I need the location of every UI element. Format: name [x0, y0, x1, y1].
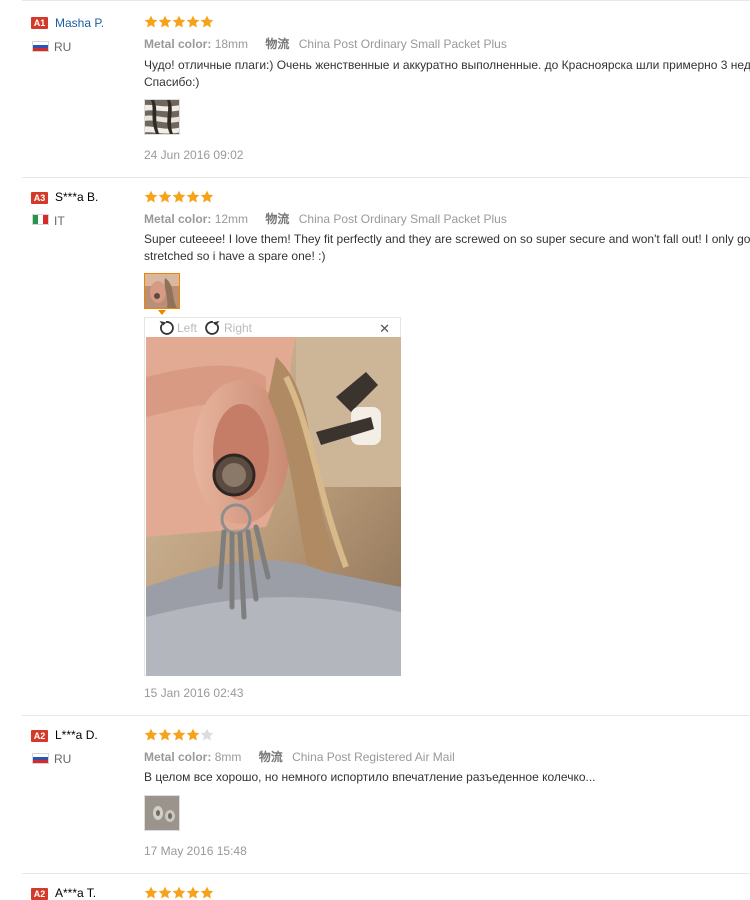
photo-viewer: Left Right ✕	[144, 317, 401, 676]
review-text: В целом все хорошо, но немного испортило…	[144, 769, 750, 786]
reviewer-name: A***a T.	[55, 886, 97, 900]
reviewer-name[interactable]: Masha P.	[55, 16, 104, 30]
rotate-left-label: Left	[177, 321, 198, 335]
star-filled-icon	[186, 15, 200, 28]
reviewer-name: L***a D.	[55, 728, 98, 742]
star-rating	[144, 886, 214, 900]
star-filled-icon	[200, 15, 214, 28]
reviewer-country: RU	[54, 40, 72, 54]
star-filled-icon	[158, 190, 172, 203]
russia-flag-icon	[32, 41, 49, 52]
review-photo-thumbnail[interactable]	[144, 273, 180, 309]
star-filled-icon	[158, 886, 172, 899]
shipping-method: China Post Registered Air Mail	[292, 750, 455, 764]
review-meta: Metal color: 18mm 物流 China Post Ordinary…	[144, 35, 507, 52]
reviewer-name: S***a B.	[55, 190, 99, 204]
metal-color-label: Metal color:	[144, 37, 212, 51]
zebra-plug-photo	[145, 100, 179, 134]
buyer-level-badge: A3	[31, 192, 48, 204]
metal-color-label: Metal color:	[144, 750, 212, 764]
reviewer-country: IT	[54, 214, 65, 228]
buyer-level-badge: A2	[31, 888, 48, 900]
star-filled-icon	[186, 190, 200, 203]
star-filled-icon	[144, 728, 158, 741]
review-divider	[22, 873, 750, 874]
ear-with-dreamcatcher-plug-photo	[146, 337, 401, 676]
metal-color-value: 18mm	[214, 37, 249, 51]
shipping-method: China Post Ordinary Small Packet Plus	[298, 37, 507, 51]
review-text-line: Спасибо:)	[144, 75, 200, 89]
rotate-right-button[interactable]: Right	[204, 319, 252, 337]
star-rating	[144, 15, 214, 29]
italy-flag-icon	[32, 214, 49, 225]
review-text-line: В целом все хорошо, но немного испортило…	[144, 770, 596, 784]
shipping-icon: 物流	[265, 37, 290, 51]
review-date: 17 May 2016 15:48	[144, 844, 247, 858]
buyer-level-badge: A1	[31, 17, 48, 29]
star-filled-icon	[186, 886, 200, 899]
rotate-left-button[interactable]: Left	[157, 319, 197, 337]
review-photo-thumbnail[interactable]	[144, 795, 180, 831]
star-filled-icon	[172, 15, 186, 28]
russia-flag-icon	[32, 753, 49, 764]
star-filled-icon	[186, 728, 200, 741]
rotate-left-icon	[159, 321, 174, 335]
rotate-right-icon	[205, 321, 220, 335]
star-rating	[144, 190, 214, 204]
plug-product-photo	[145, 796, 179, 830]
review-meta: Metal color: 8mm 物流 China Post Registere…	[144, 748, 455, 765]
review-date: 15 Jan 2016 02:43	[144, 686, 244, 700]
star-filled-icon	[172, 190, 186, 203]
star-filled-icon	[172, 886, 186, 899]
metal-color-value: 12mm	[214, 212, 249, 226]
star-rating	[144, 728, 214, 742]
photo-viewer-toolbar: Left Right ✕	[145, 318, 400, 337]
review-divider	[22, 177, 750, 178]
star-filled-icon	[200, 190, 214, 203]
rotate-right-label: Right	[224, 321, 253, 335]
shipping-icon: 物流	[258, 750, 283, 764]
reviewer-country: RU	[54, 752, 72, 766]
active-thumbnail-caret	[158, 310, 166, 315]
review-text-line: Чудо! отличные плаги:) Очень женственные…	[144, 58, 750, 72]
review-text: Чудо! отличные плаги:) Очень женственные…	[144, 57, 750, 91]
review-divider	[22, 715, 750, 716]
review-meta: Metal color: 12mm 物流 China Post Ordinary…	[144, 210, 507, 227]
buyer-level-badge: A2	[31, 730, 48, 742]
review-text-line: stretched so i have a spare one! :)	[144, 249, 326, 263]
top-divider	[22, 0, 750, 1]
review-date: 24 Jun 2016 09:02	[144, 148, 244, 162]
shipping-icon: 物流	[265, 212, 290, 226]
star-filled-icon	[144, 15, 158, 28]
review-text-line: Super cuteeee! I love them! They fit per…	[144, 232, 750, 246]
metal-color-value: 8mm	[214, 750, 242, 764]
star-filled-icon	[200, 886, 214, 899]
review-photo-thumbnail[interactable]	[144, 99, 180, 135]
close-viewer-button[interactable]: ✕	[379, 321, 390, 337]
shipping-method: China Post Ordinary Small Packet Plus	[298, 212, 507, 226]
star-filled-icon	[172, 728, 186, 741]
star-filled-icon	[158, 15, 172, 28]
star-empty-icon	[200, 728, 214, 741]
ear-photo-thumbnail	[145, 274, 179, 308]
enlarged-review-photo	[146, 337, 401, 676]
star-filled-icon	[144, 886, 158, 899]
star-filled-icon	[144, 190, 158, 203]
metal-color-label: Metal color:	[144, 212, 212, 226]
star-filled-icon	[158, 728, 172, 741]
review-text: Super cuteeee! I love them! They fit per…	[144, 231, 750, 265]
